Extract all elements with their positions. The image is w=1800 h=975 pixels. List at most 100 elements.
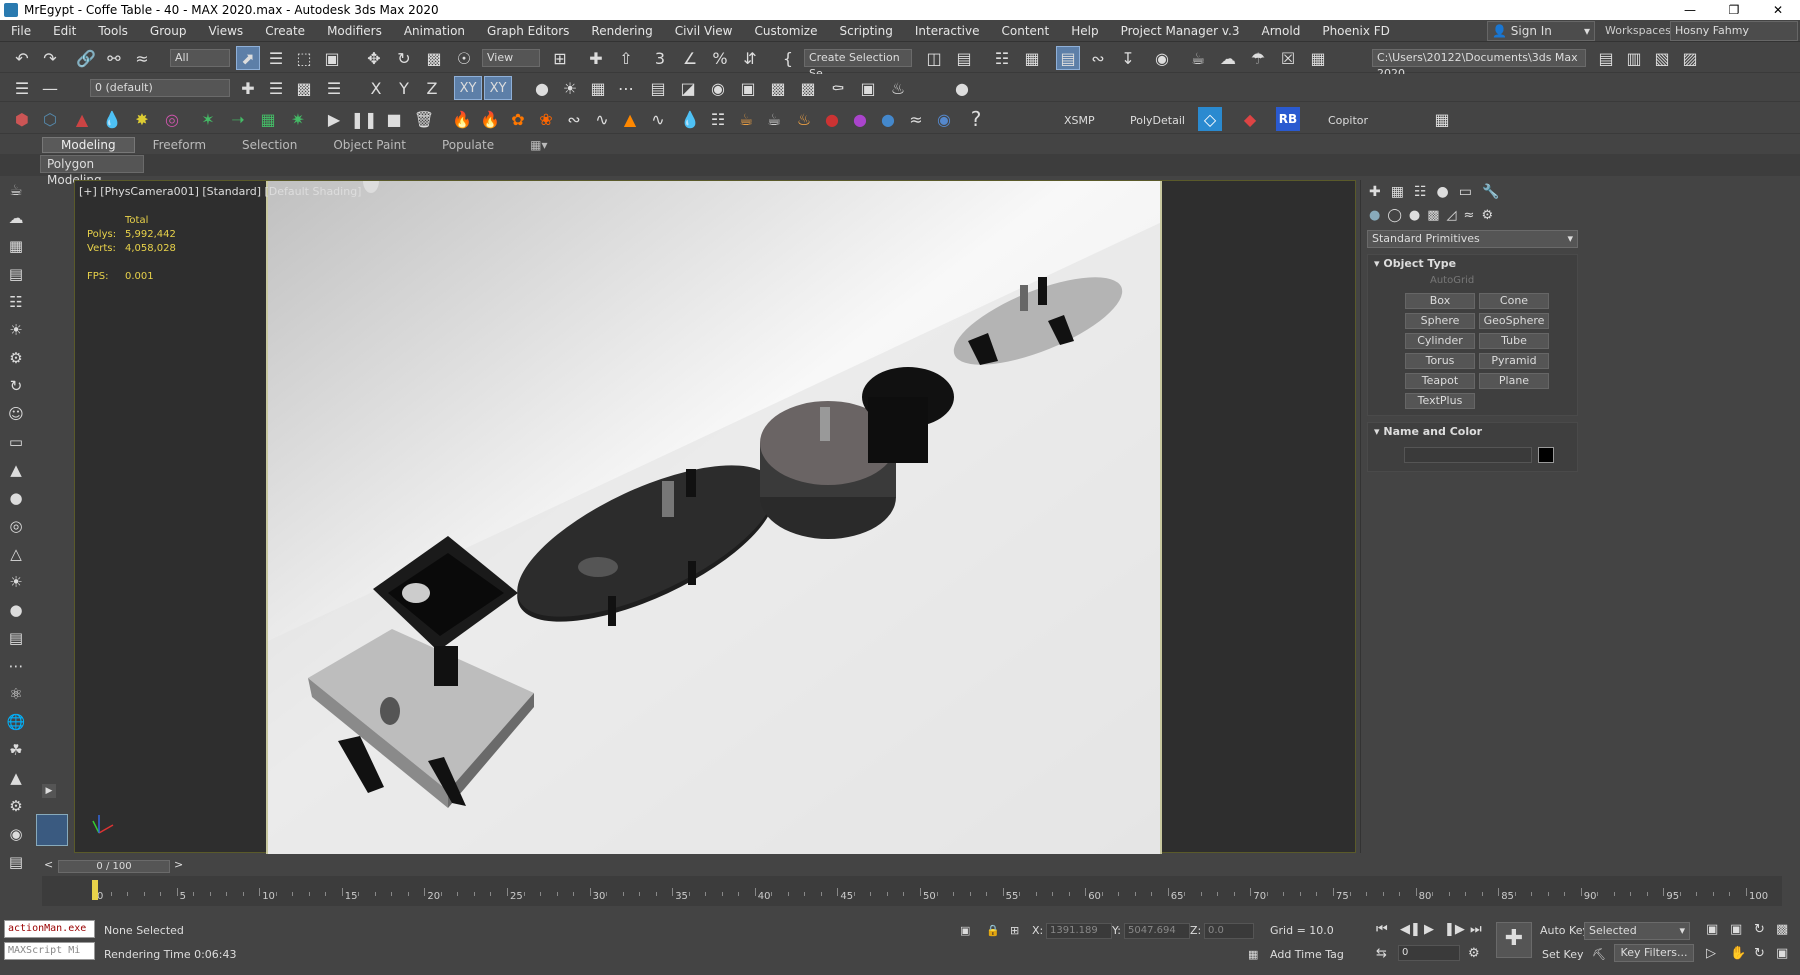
particles-icon[interactable]: ⋯ (0, 652, 32, 680)
spinner-snap-icon[interactable]: ⇵ (738, 46, 762, 70)
render-production-icon[interactable]: ☂ (1246, 46, 1270, 70)
undo-icon[interactable]: ↶ (10, 46, 34, 70)
goto-start-icon[interactable]: ⏮ (1376, 922, 1388, 937)
prev-key-icon[interactable]: ◀❚ (1400, 922, 1421, 937)
image-tool-icon[interactable]: ▦ (1430, 107, 1454, 131)
settings-ball-icon[interactable]: ⚙ (0, 792, 32, 820)
menu-group[interactable]: Group (139, 24, 198, 38)
viewport-layout-button[interactable] (36, 814, 68, 846)
teapot-create-icon[interactable]: ☕ (0, 176, 32, 204)
phoenix-glass-icon[interactable]: ☷ (706, 107, 730, 131)
menu-project-manager[interactable]: Project Manager v.3 (1110, 24, 1251, 38)
tab-populate[interactable]: Populate (424, 138, 512, 152)
viewport[interactable]: [+] [PhysCamera001] [Standard] [Default … (74, 180, 1356, 854)
placement-icon[interactable]: ☉ (452, 46, 476, 70)
cone-button[interactable]: Cone (1479, 293, 1549, 309)
name-color-header[interactable]: ▾ Name and Color (1368, 423, 1577, 441)
viewport-label[interactable]: [+] [PhysCamera001] [Standard] [Default … (79, 185, 361, 198)
material-editor-icon[interactable]: ◉ (1150, 46, 1174, 70)
timeline-cursor[interactable] (92, 880, 98, 900)
phoenix-bowl-icon[interactable]: ☕ (762, 107, 786, 131)
menu-customize[interactable]: Customize (743, 24, 828, 38)
torus-icon[interactable]: ◎ (0, 512, 32, 540)
object-name-field[interactable] (1404, 447, 1532, 463)
maxscript-mini[interactable]: MAXScript Mi (4, 942, 95, 960)
add-to-layer-icon[interactable]: ☰ (264, 76, 288, 100)
angle-snap-icon[interactable]: ∠ (678, 46, 702, 70)
phoenix-source-icon[interactable]: 🔥 (478, 107, 502, 131)
snaps-toggle-icon[interactable]: 3 (648, 46, 672, 70)
tab-selection[interactable]: Selection (224, 138, 315, 152)
people-icon[interactable]: ☺ (0, 400, 32, 428)
axis-xy-cycle-button[interactable]: XY (484, 76, 512, 100)
auto-key-button[interactable]: Auto Key (1540, 924, 1589, 937)
world-icon[interactable]: ◉ (0, 820, 32, 848)
shapes-icon[interactable]: ⬡ (38, 107, 62, 131)
keyboard-shortcut-icon[interactable]: ⇧ (614, 46, 638, 70)
menu-file[interactable]: File (0, 24, 42, 38)
phoenix-smoke-icon[interactable]: ❀ (534, 107, 558, 131)
pause-icon[interactable]: ❚❚ (351, 107, 378, 131)
cylinder-button[interactable]: Cylinder (1405, 333, 1475, 349)
phoenix-wave-icon[interactable]: ≈ (904, 107, 928, 131)
cube-tool-icon[interactable]: ◇ (1198, 107, 1222, 131)
geosphere-button[interactable]: GeoSphere (1479, 313, 1549, 329)
table-icon[interactable]: ☷ (0, 288, 32, 316)
modify-tab-icon[interactable]: ▦ (1391, 184, 1404, 200)
create-layer-icon[interactable]: ✚ (236, 76, 260, 100)
copitor-button[interactable]: Copitor (1328, 114, 1368, 127)
light-create-icon[interactable]: ☀ (0, 316, 32, 344)
project-config-icon[interactable]: ▨ (1678, 46, 1702, 70)
phoenix-foam-icon[interactable]: ◉ (932, 107, 956, 131)
render-iterative-icon[interactable]: ☒ (1276, 46, 1300, 70)
foam-icon[interactable]: ◎ (160, 107, 184, 131)
current-frame-field[interactable]: 0 (1398, 945, 1460, 961)
tab-modeling[interactable]: Modeling (42, 137, 135, 153)
motion-tab-icon[interactable]: ● (1437, 184, 1449, 200)
view-cube-icon[interactable]: ▩ (766, 76, 790, 100)
autogrid-checkbox[interactable]: AutoGrid (1368, 273, 1577, 289)
link-icon[interactable]: 🔗 (74, 46, 98, 70)
geometry-icon[interactable]: ⬢ (10, 107, 34, 131)
sun-icon[interactable]: ☀ (558, 76, 582, 100)
arrow-right-icon[interactable]: ➝ (226, 107, 250, 131)
menu-arnold[interactable]: Arnold (1251, 24, 1312, 38)
phoenix-red-icon[interactable]: ● (820, 107, 844, 131)
render-gallery-icon[interactable]: ▦ (1306, 46, 1330, 70)
select-object-icon[interactable]: ⬈ (236, 46, 260, 70)
zoom-all-icon[interactable]: ▣ (1730, 922, 1742, 937)
hf-icon[interactable]: ▲ (0, 764, 32, 792)
align-icon[interactable]: ▤ (952, 46, 976, 70)
orbit-icon[interactable]: ↻ (1754, 922, 1765, 937)
phoenix-flame-icon[interactable]: ▲ (618, 107, 642, 131)
move-icon[interactable]: ✥ (362, 46, 386, 70)
axis-x-button[interactable]: X (364, 76, 388, 100)
y-coord-field[interactable]: 5047.694 (1124, 923, 1190, 939)
gem-tool-icon[interactable]: ◆ (1238, 107, 1262, 131)
bind-spacewarp-icon[interactable]: ≈ (130, 46, 154, 70)
layers-menu-icon[interactable]: ☰ (10, 76, 34, 100)
fire-icon[interactable]: ▲ (70, 107, 94, 131)
scale-icon[interactable]: ▩ (422, 46, 446, 70)
sphere-icon[interactable]: ● (0, 484, 32, 512)
project-save-icon[interactable]: ▧ (1650, 46, 1674, 70)
phoenix-liquid-icon[interactable]: ✿ (506, 107, 530, 131)
layer-stack-icon[interactable]: ☰ (322, 76, 346, 100)
helper-icon[interactable]: ⚙ (0, 344, 32, 372)
menu-scripting[interactable]: Scripting (828, 24, 903, 38)
plant-icon[interactable]: ☘ (0, 736, 32, 764)
goto-end-icon[interactable]: ⏭ (1470, 922, 1482, 937)
rendered-frame-icon[interactable]: ☁ (1216, 46, 1240, 70)
render-setup-icon[interactable]: ☕ (1186, 46, 1210, 70)
render-region-icon[interactable]: ▣ (736, 76, 760, 100)
phoenix-purple-icon[interactable]: ● (848, 107, 872, 131)
textplus-button[interactable]: TextPlus (1405, 393, 1475, 409)
mirror-icon[interactable]: ◫ (922, 46, 946, 70)
named-selection-set-select[interactable]: Create Selection Se (804, 49, 912, 80)
xsmp-button[interactable]: XSMP (1064, 114, 1095, 127)
phoenix-blue-icon[interactable]: ● (876, 107, 900, 131)
maximize-toggle-icon[interactable]: ▣ (1776, 946, 1788, 961)
utilities-tab-icon[interactable]: 🔧 (1482, 184, 1499, 200)
menu-help[interactable]: Help (1060, 24, 1109, 38)
axis-y-button[interactable]: Y (392, 76, 416, 100)
